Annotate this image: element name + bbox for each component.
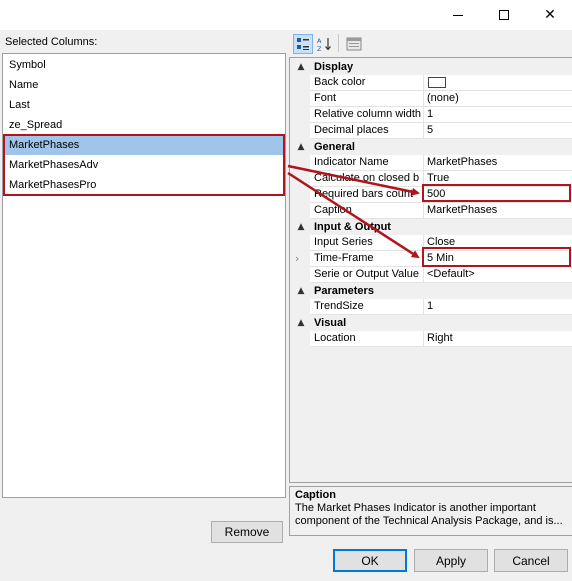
collapse-icon[interactable]: ▲ [295,59,307,75]
cancel-button[interactable]: Cancel [494,549,568,572]
list-item[interactable]: Symbol [4,56,284,75]
category-parameters[interactable]: ▲ Parameters [290,283,572,299]
list-item[interactable]: MarketPhasesPro [4,176,284,195]
category-display[interactable]: ▲ Display [290,59,572,75]
svg-text:A: A [317,37,322,45]
category-general[interactable]: ▲ General [290,139,572,155]
property-row-time-frame[interactable]: › Time-Frame 5 Min [290,251,572,267]
collapse-icon[interactable]: ▲ [295,219,307,235]
property-row-required-bars[interactable]: Required bars count 500 [290,187,572,203]
categorized-icon[interactable] [293,34,313,54]
color-swatch[interactable] [428,76,446,88]
property-row-relative-width[interactable]: Relative column width 1 [290,107,572,123]
collapse-icon[interactable]: ▲ [295,139,307,155]
property-grid: ▲ Display Back color Font (none) Relativ… [289,57,572,483]
property-row-indicator-name[interactable]: Indicator Name MarketPhases [290,155,572,171]
title-bar: ✕ [0,0,572,30]
property-pages-icon[interactable] [344,34,364,54]
apply-button[interactable]: Apply [414,549,488,572]
list-item-selected[interactable]: MarketPhases [4,136,284,155]
minimize-icon[interactable] [435,0,481,30]
svg-text:Z: Z [317,45,322,52]
list-item[interactable]: Last [4,96,284,115]
property-row-calc-closed[interactable]: Calculate on closed b True [290,171,572,187]
toolbar-separator [338,34,339,52]
property-row-caption[interactable]: Caption MarketPhases [290,203,572,219]
close-icon[interactable]: ✕ [527,0,572,30]
description-panel: Caption The Market Phases Indicator is a… [289,486,572,536]
property-row-back-color[interactable]: Back color [290,75,572,91]
collapse-icon[interactable]: ▲ [295,283,307,299]
description-text: The Market Phases Indicator is another i… [295,502,563,527]
category-input-output[interactable]: ▲ Input & Output [290,219,572,235]
maximize-icon[interactable] [481,0,527,30]
collapse-icon[interactable]: ▲ [295,315,307,331]
selected-columns-label: Selected Columns: [5,36,98,48]
selected-columns-list[interactable]: Symbol Name Last ze_Spread MarketPhases … [2,53,286,498]
list-item[interactable]: ze_Spread [4,116,284,135]
property-row-serie-output[interactable]: Serie or Output Value <Default> [290,267,572,283]
property-row-location[interactable]: Location Right [290,331,572,347]
list-item[interactable]: MarketPhasesAdv [4,156,284,175]
property-row-trend-size[interactable]: TrendSize 1 [290,299,572,315]
property-row-decimal-places[interactable]: Decimal places 5 [290,123,572,139]
expand-chevron-icon[interactable]: › [295,251,299,267]
category-visual[interactable]: ▲ Visual [290,315,572,331]
description-title: Caption [295,489,336,501]
property-row-input-series[interactable]: Input Series Close [290,235,572,251]
ok-button[interactable]: OK [333,549,407,572]
alphabetical-sort-icon[interactable]: A Z [315,34,335,54]
remove-button[interactable]: Remove [211,521,283,543]
list-item[interactable]: Name [4,76,284,95]
property-row-font[interactable]: Font (none) [290,91,572,107]
